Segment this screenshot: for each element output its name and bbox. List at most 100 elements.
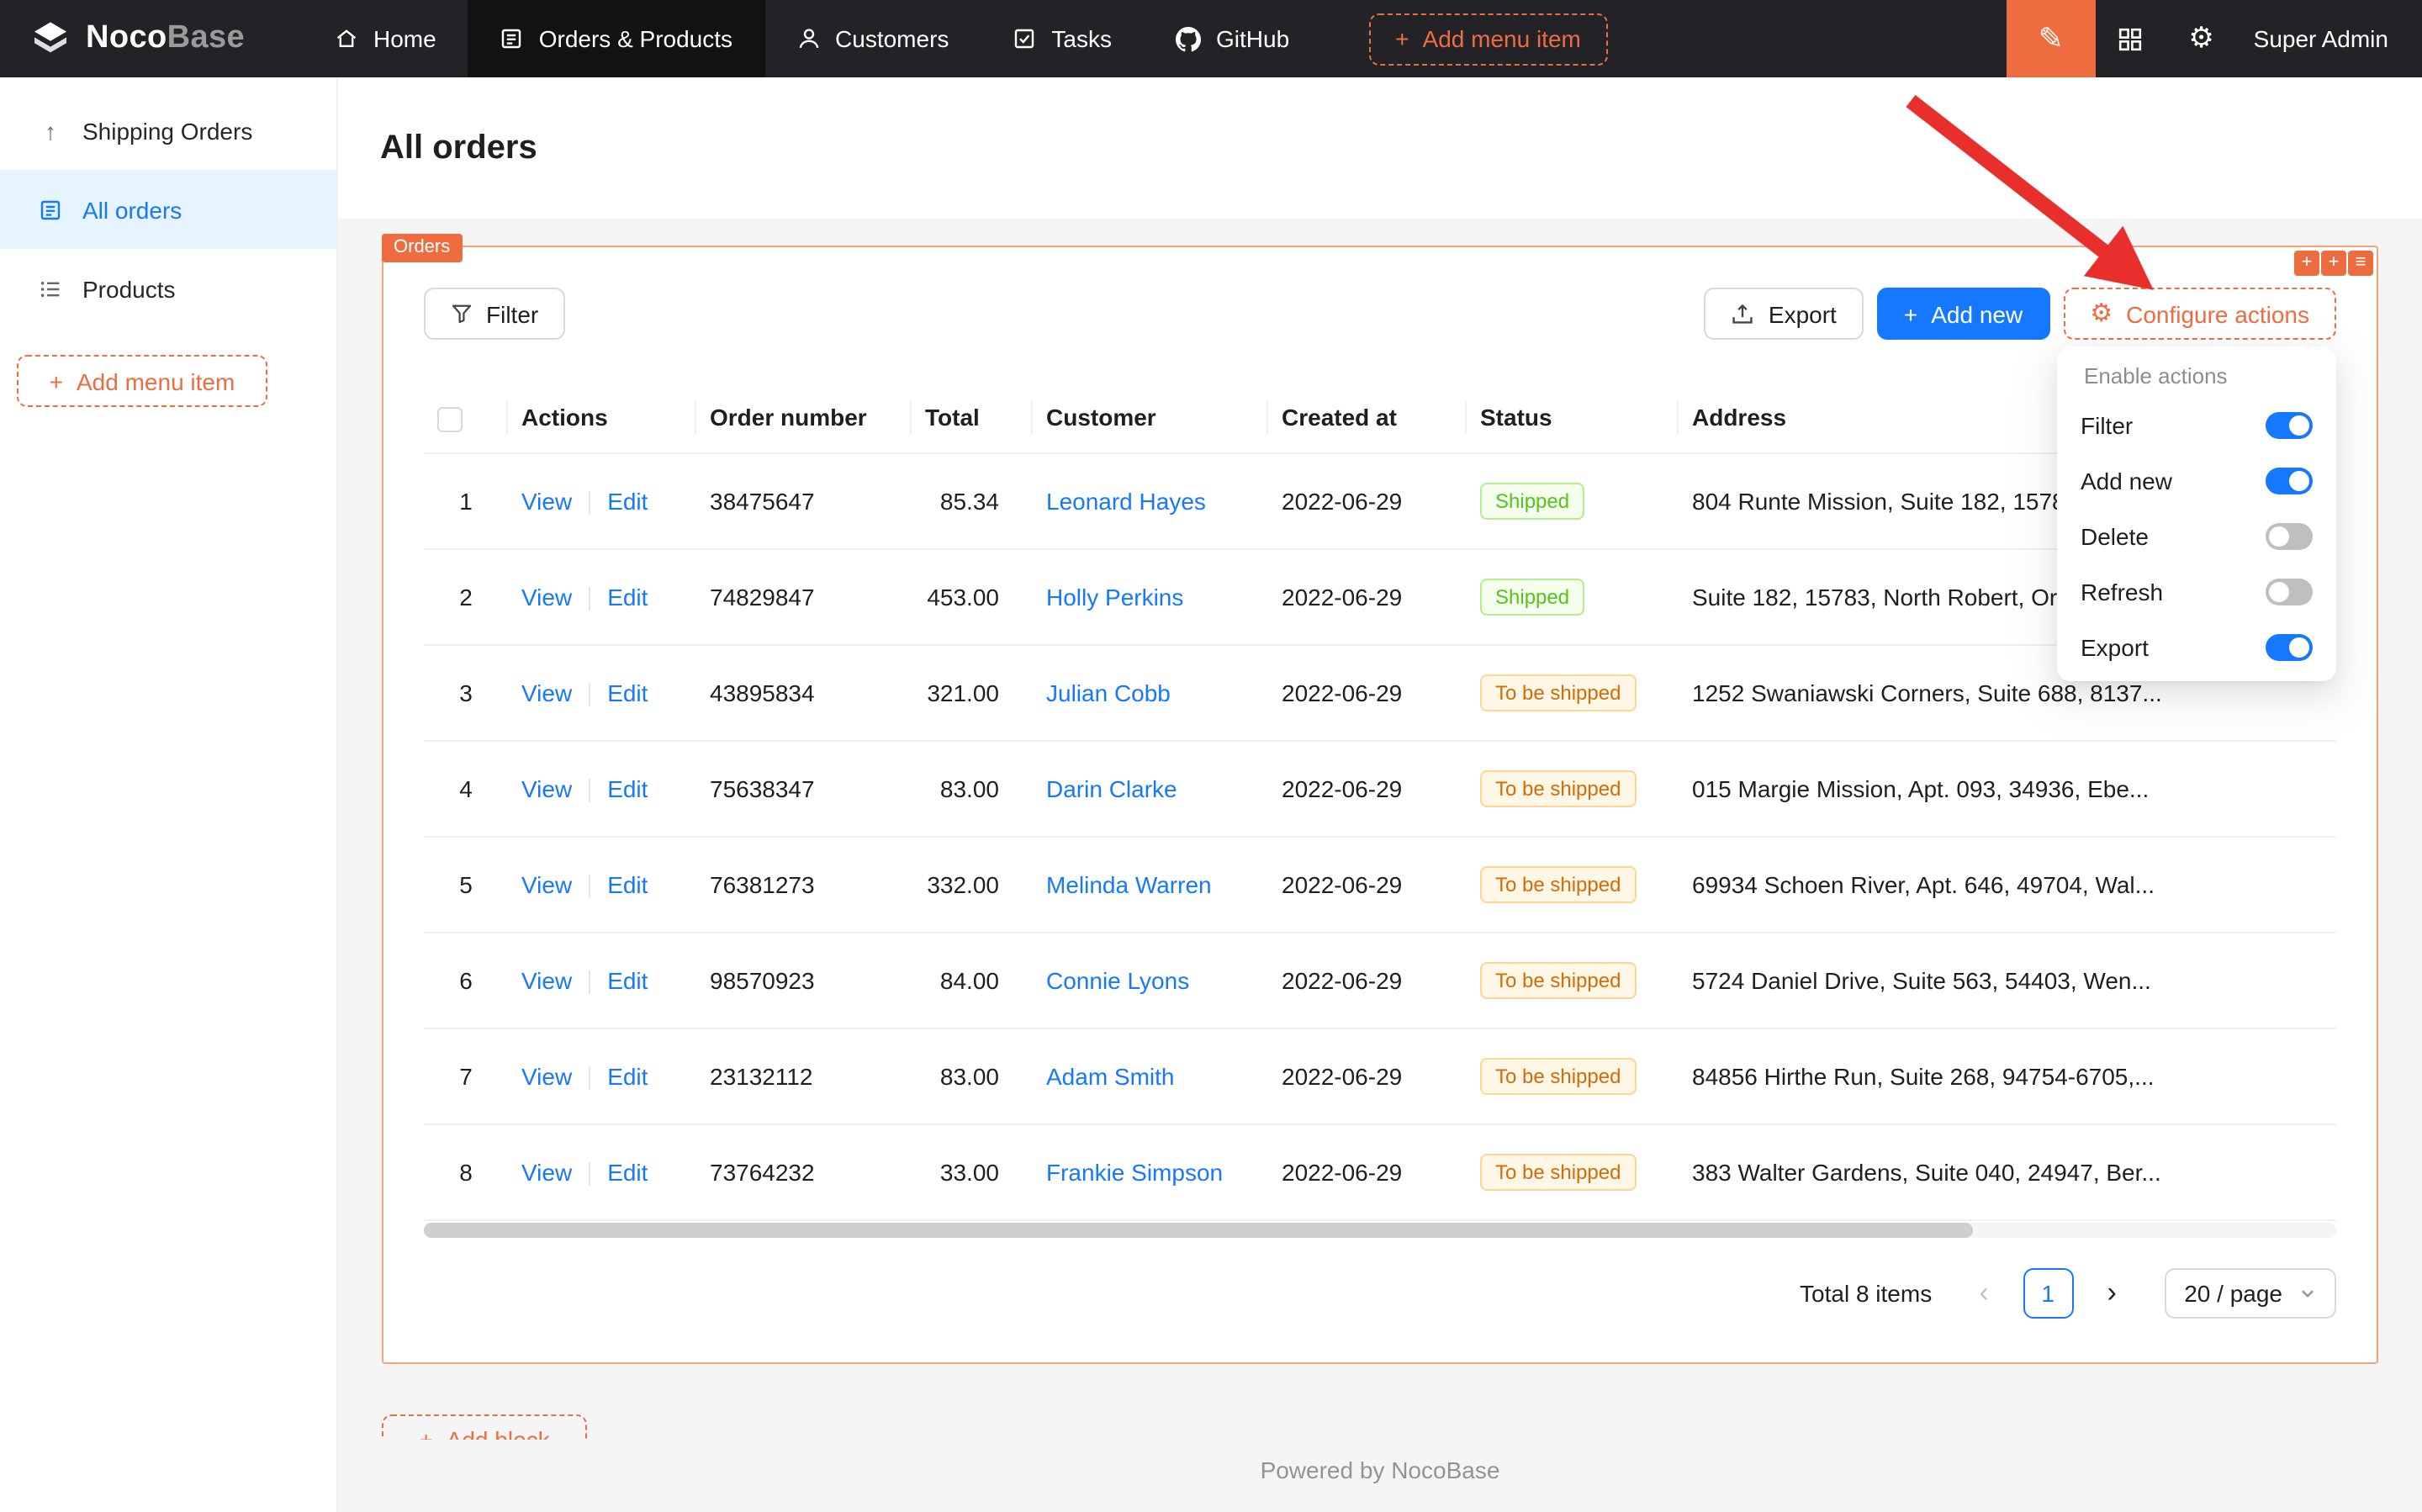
prev-page-button[interactable]: ‹ — [1959, 1268, 2009, 1319]
edit-link[interactable]: Edit — [607, 679, 648, 706]
customer-link[interactable]: Darin Clarke — [1046, 775, 1177, 802]
highlighter-icon: ✎ — [2039, 21, 2064, 56]
chevron-left-icon: ‹ — [1980, 1277, 1989, 1310]
total-cell: 33.00 — [912, 1124, 1033, 1220]
row-index: 3 — [459, 679, 473, 706]
row-index: 8 — [459, 1159, 473, 1186]
menu-item-export[interactable]: Export — [2064, 619, 2329, 674]
customer-link[interactable]: Adam Smith — [1046, 1063, 1175, 1090]
edit-link[interactable]: Edit — [607, 1062, 648, 1089]
block-designer-icons: + + ≡ — [2294, 251, 2373, 276]
created-at-cell: 2022-06-29 — [1268, 549, 1467, 645]
plus-icon: + — [1395, 25, 1409, 52]
view-link[interactable]: View — [521, 487, 572, 514]
add-menu-item-button-side[interactable]: + Add menu item — [17, 355, 267, 407]
configure-actions-button[interactable]: ⚙ Configure actions — [2063, 288, 2336, 340]
menu-item-delete[interactable]: Delete — [2064, 508, 2329, 563]
customer-link[interactable]: Leonard Hayes — [1046, 488, 1206, 515]
status-badge: Shipped — [1480, 579, 1584, 616]
customer-link[interactable]: Holly Perkins — [1046, 584, 1183, 611]
created-at-cell: 2022-06-29 — [1268, 741, 1467, 837]
export-toggle[interactable] — [2266, 633, 2313, 660]
total-cell: 453.00 — [912, 549, 1033, 645]
view-link[interactable]: View — [521, 966, 572, 993]
view-link[interactable]: View — [521, 583, 572, 610]
nav-tasks[interactable]: Tasks — [981, 0, 1144, 77]
edit-link[interactable]: Edit — [607, 583, 648, 610]
status-badge: To be shipped — [1480, 962, 1636, 999]
hscrollbar-thumb[interactable] — [424, 1223, 1973, 1238]
sidebar-item-products[interactable]: Products — [0, 249, 336, 328]
table-hscrollbar — [424, 1223, 2336, 1238]
view-link[interactable]: View — [521, 679, 572, 706]
page-size-select[interactable]: 20 / page — [2164, 1268, 2336, 1319]
view-link[interactable]: View — [521, 870, 572, 897]
gear-icon: ⚙ — [2090, 301, 2113, 326]
delete-toggle[interactable] — [2266, 522, 2313, 549]
view-link[interactable]: View — [521, 775, 572, 801]
insert-block-icon[interactable]: + — [2321, 251, 2346, 276]
customer-link[interactable]: Frankie Simpson — [1046, 1159, 1223, 1186]
edit-link[interactable]: Edit — [607, 870, 648, 897]
status-badge: To be shipped — [1480, 674, 1636, 711]
plugin-manager-button[interactable] — [2096, 0, 2166, 77]
current-user[interactable]: Super Admin — [2237, 0, 2422, 77]
nav-customers[interactable]: Customers — [764, 0, 981, 77]
edit-link[interactable]: Edit — [607, 966, 648, 993]
dropdown-header: Enable actions — [2064, 353, 2329, 397]
order-number-cell: 23132112 — [696, 1028, 912, 1124]
next-page-button[interactable]: › — [2086, 1268, 2137, 1319]
add-block-button[interactable]: + Add block — [382, 1414, 587, 1440]
switch-knob — [2289, 470, 2309, 490]
total-cell: 332.00 — [912, 837, 1033, 933]
customer-link[interactable]: Connie Lyons — [1046, 967, 1189, 994]
status-badge: To be shipped — [1480, 1154, 1636, 1191]
row-index: 4 — [459, 775, 473, 802]
main-area: All orders Orders + + ≡ — [338, 77, 2422, 1512]
col-header-total: Total — [912, 383, 1033, 453]
table-row: 1 ViewEdit 38475647 85.34 Leonard Hayes … — [424, 453, 2336, 549]
configure-actions-dropdown: Enable actions Filter Add new — [2057, 346, 2336, 681]
export-button[interactable]: Export — [1705, 288, 1864, 340]
view-link[interactable]: View — [521, 1062, 572, 1089]
table-header-row: Actions Order number Total Customer Crea… — [424, 383, 2336, 453]
table-toolbar: Filter Export + Add new — [424, 288, 2336, 340]
nocobase-logo[interactable]: NocoBase — [0, 0, 303, 77]
divider — [589, 683, 590, 706]
menu-item-filter[interactable]: Filter — [2064, 397, 2329, 452]
customer-link[interactable]: Melinda Warren — [1046, 871, 1212, 898]
edit-link[interactable]: Edit — [607, 487, 648, 514]
customer-link[interactable]: Julian Cobb — [1046, 679, 1171, 706]
nav-github[interactable]: GitHub — [1144, 0, 1321, 77]
sidebar-item-shipping-orders[interactable]: ↑ Shipping Orders — [0, 91, 336, 170]
edit-link[interactable]: Edit — [607, 1158, 648, 1185]
chevron-down-icon — [2299, 1285, 2316, 1302]
add-menu-item-button-top[interactable]: + Add menu item — [1368, 13, 1608, 65]
toolbar-right: Export + Add new ⚙ Configure actions — [1705, 288, 2336, 340]
nav-home[interactable]: Home — [303, 0, 468, 77]
select-all-checkbox[interactable] — [437, 407, 463, 432]
page-1-button[interactable]: 1 — [2023, 1268, 2073, 1319]
filter-button[interactable]: Filter — [424, 288, 565, 340]
arrow-up-icon: ↑ — [37, 117, 64, 144]
menu-item-add-new[interactable]: Add new — [2064, 452, 2329, 508]
filter-toggle[interactable] — [2266, 411, 2313, 438]
menu-item-refresh[interactable]: Refresh — [2064, 563, 2329, 619]
add-new-toggle[interactable] — [2266, 467, 2313, 494]
settings-button[interactable]: ⚙ — [2166, 0, 2237, 77]
nav-orders-products[interactable]: Orders & Products — [468, 0, 764, 77]
table-row: 2 ViewEdit 74829847 453.00 Holly Perkins… — [424, 549, 2336, 645]
sidebar-item-all-orders[interactable]: All orders — [0, 170, 336, 249]
drag-handle-icon[interactable]: + — [2294, 251, 2319, 276]
block-settings-icon[interactable]: ≡ — [2348, 251, 2373, 276]
order-number-cell: 38475647 — [696, 453, 912, 549]
view-link[interactable]: View — [521, 1158, 572, 1185]
col-header-created-at: Created at — [1268, 383, 1467, 453]
add-new-button[interactable]: + Add new — [1877, 288, 2049, 340]
ui-editor-button[interactable]: ✎ — [2007, 0, 2096, 77]
filter-icon — [451, 303, 473, 325]
col-header-status: Status — [1467, 383, 1679, 453]
refresh-toggle[interactable] — [2266, 578, 2313, 605]
edit-link[interactable]: Edit — [607, 775, 648, 801]
created-at-cell: 2022-06-29 — [1268, 933, 1467, 1028]
